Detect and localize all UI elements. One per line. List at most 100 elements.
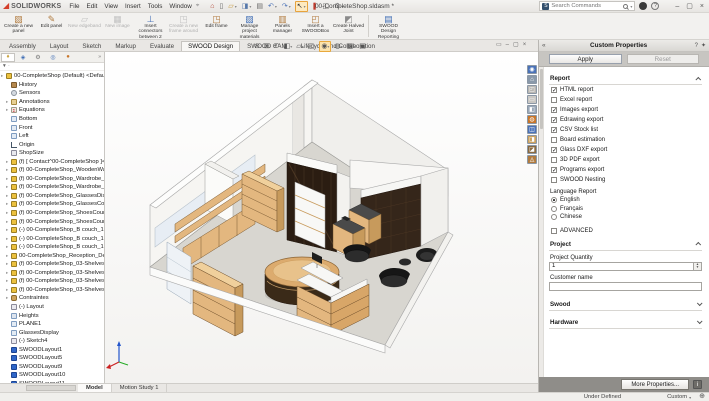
quick-access-icon[interactable]: ↶ [267,2,278,11]
swood-side-tool-icon[interactable]: ▭ [527,95,537,104]
checkbox-icon[interactable] [551,228,557,234]
radio-icon[interactable] [551,197,557,203]
view-tool-icon[interactable]: ▱ [295,42,304,51]
view-tool-icon[interactable]: ▣ [358,42,367,51]
section-hardware[interactable]: Hardware [549,317,702,329]
section-swood[interactable]: Swood [549,299,702,311]
tab-motion-study[interactable]: Motion Study 1 [112,384,168,392]
globe-icon[interactable]: ⊕ [699,393,705,401]
command-tab[interactable]: Sketch [75,41,108,51]
menu-item[interactable]: Insert [125,3,141,10]
view-tool-icon[interactable]: ⊙ [253,42,261,51]
tree-item[interactable]: ▸ Sensors [0,89,104,98]
ribbon-button[interactable]: ⊥ Insert connectors between 2 components [134,13,167,39]
ribbon-button[interactable]: ◰ Insert a SWOODBox [299,13,332,39]
checkbox-icon[interactable] [551,127,557,133]
window-control-icon[interactable]: ▢ [684,2,695,10]
tree-item[interactable]: ▸ GlassesDisplay [0,328,104,337]
info-icon[interactable]: i [693,380,702,389]
checkbox-icon[interactable] [551,87,557,93]
tree-item[interactable]: ▸ (f) 00-CompleteShop_Wardrobe_4<1> ( [0,183,104,192]
section-project[interactable]: Project [549,239,702,251]
language-option[interactable]: Chinese [549,213,702,222]
checkbox-icon[interactable] [551,107,557,113]
tree-item[interactable]: ▸ (-) 00-CompleteShop_B couch_1<1> (D- [0,226,104,235]
menu-item[interactable]: Tools [148,3,163,10]
quick-access-icon[interactable]: ▤ [255,2,264,11]
user-account-icon[interactable] [639,2,647,10]
tree-item[interactable]: ▸ (-) 00-CompleteShop_B couch_1<2> (D- [0,234,104,243]
section-report[interactable]: Report [549,73,702,85]
checkbox-icon[interactable] [551,147,557,153]
radio-icon[interactable] [551,214,557,220]
more-properties-button[interactable]: More Properties... [621,379,689,390]
ribbon-button[interactable]: ▦ New image [101,13,134,39]
radio-icon[interactable] [551,206,557,212]
configuration-selector[interactable]: Custom ▾ [667,394,691,400]
tree-item[interactable]: ▸ Left [0,132,104,141]
checkbox-icon[interactable] [551,137,557,143]
project-quantity-input[interactable] [550,263,693,269]
tree-item[interactable]: ▸ SWOODLayout9 [0,363,104,372]
report-option[interactable]: CSV Stock list [549,125,702,135]
customer-name-input[interactable] [550,283,701,289]
apply-button[interactable]: Apply [549,54,622,64]
view-tool-icon[interactable]: ◍ [333,42,343,51]
quick-access-icon[interactable]: ⚙ [333,2,344,11]
quick-access-icon[interactable]: ◨ [241,2,253,11]
feature-manager-tab-icon[interactable]: ⚙ [31,53,45,62]
quick-access-icon[interactable]: ↷ [281,2,292,11]
menu-item[interactable]: View [104,3,118,10]
language-option[interactable]: English [549,196,702,205]
tree-item[interactable]: ▸ SWOODLayout1 [0,346,104,355]
quick-access-icon[interactable]: ◫ [322,2,331,11]
tree-item[interactable]: ▸ (f) [ Contact^00-CompleteShop ]<1> - [0,157,104,166]
panel-scrollbar[interactable] [539,67,544,377]
search-icon[interactable] [623,4,628,9]
tree-tabs-overflow-icon[interactable]: » [98,54,103,60]
help-icon[interactable]: ? [651,2,659,10]
swood-side-tool-icon[interactable]: ◫ [527,125,537,134]
quick-access-icon[interactable]: ↖ [295,1,308,12]
tree-item[interactable]: ▸ History [0,81,104,90]
tree-item[interactable]: ▸ Equations [0,106,104,115]
report-option[interactable]: 3D PDF export [549,155,702,165]
language-option[interactable]: Français [549,205,702,214]
advanced-option[interactable]: ADVANCED [549,226,702,236]
swood-side-tool-icon[interactable]: ◧ [527,105,537,114]
report-option[interactable]: SWOOD Nesting [549,175,702,185]
tree-item[interactable]: ▸ SWOODLayout10 [0,371,104,380]
ribbon-button[interactable]: ✎ Edit panel [35,13,68,39]
menu-item[interactable]: Edit [87,3,98,10]
ribbon-button[interactable]: ▤ SWOOD Design Reporting [372,13,405,39]
menu-item[interactable]: File [69,3,79,10]
feature-manager-tab-icon[interactable]: ♦ [1,53,15,62]
command-tab[interactable]: Evaluate [143,41,181,51]
tree-item[interactable]: ▸ (f) 00-CompleteShop_03-Shelves_7<1> [0,286,104,295]
doc-window-control-icon[interactable]: – [506,41,509,50]
menu-item[interactable]: Window [169,3,191,10]
tree-item[interactable]: ▸ (f) 00-CompleteShop_03-Shelves_5<1> [0,269,104,278]
window-control-icon[interactable]: × [698,3,706,10]
feature-manager-tab-icon[interactable]: ◈ [16,53,30,62]
view-tool-icon[interactable]: ◉ [319,41,331,52]
ribbon-button[interactable]: ▱ New edgeband [68,13,101,39]
tree-filter-row[interactable]: ▼ · [0,63,104,71]
ribbon-button[interactable]: ▧ Create a new panel [2,13,35,39]
tree-item[interactable]: ▸ Heights [0,311,104,320]
tree-item[interactable]: ▸ (f) 00-CompleteShop_ShoesCounter_4< [0,217,104,226]
ribbon-button[interactable]: ◳ Create a new frame around [167,13,200,39]
tree-item[interactable]: ▸ SWOODLayout5 [0,354,104,363]
reset-button[interactable]: Reset [627,54,700,64]
tree-item[interactable]: ▸ 00-CompleteShop_Reception_Desk_1<1 [0,251,104,260]
panel-help-icon[interactable]: ? [695,43,698,49]
report-option[interactable]: Programs export [549,165,702,175]
quantity-stepper[interactable]: ▲▼ [693,263,701,270]
checkbox-icon[interactable] [551,177,557,183]
view-tool-icon[interactable]: ◫ [307,42,318,51]
doc-window-control-icon[interactable]: ▢ [513,41,519,50]
swood-side-tool-icon[interactable]: ◬ [527,155,537,164]
doc-window-control-icon[interactable]: × [523,41,527,50]
ribbon-button[interactable]: ▨ Manage project materials [233,13,266,39]
command-tab[interactable]: Markup [108,41,143,51]
